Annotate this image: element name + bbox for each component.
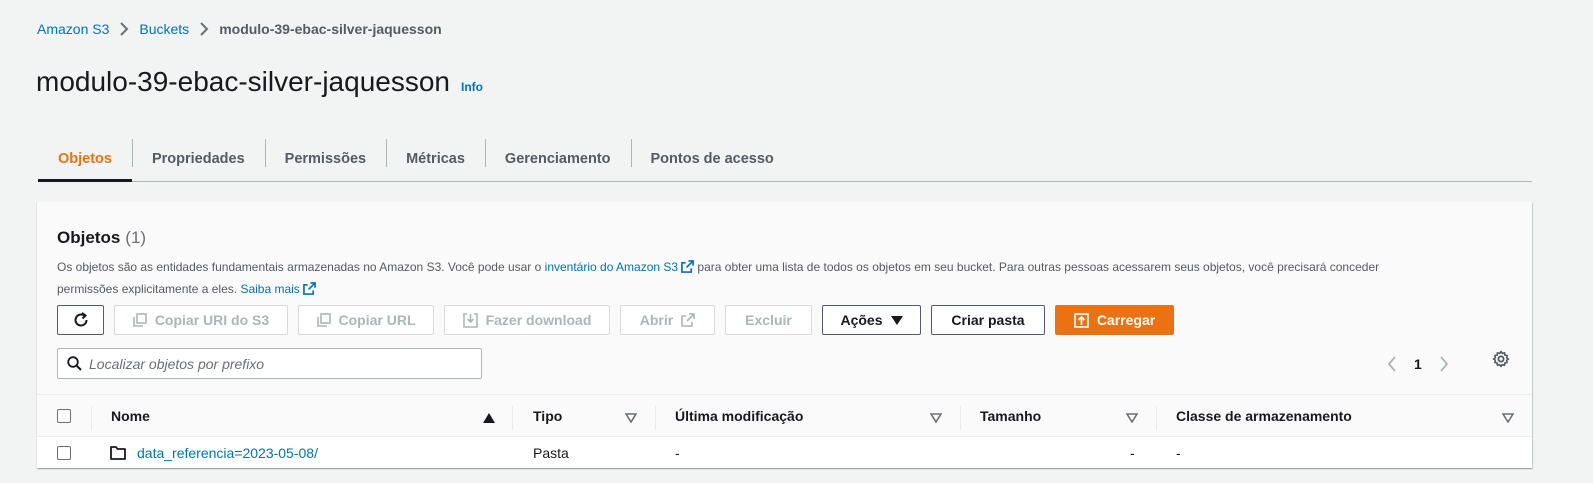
search-box xyxy=(57,348,482,379)
table-row[interactable]: data_referencia=2023-05-08/ Pasta - - - xyxy=(37,437,1532,468)
breadcrumb-buckets[interactable]: Buckets xyxy=(139,21,189,37)
tab-gerenciamento[interactable]: Gerenciamento xyxy=(484,137,631,181)
learn-more-link[interactable]: Saiba mais xyxy=(240,281,316,296)
copy-s3-uri-label: Copiar URI do S3 xyxy=(154,312,270,328)
caret-down-icon xyxy=(890,315,903,325)
column-divider xyxy=(655,406,656,430)
column-type-label: Tipo xyxy=(533,408,563,424)
sort-icon xyxy=(1501,410,1515,426)
objects-panel: Objetos (1) Os objetos são as entidades … xyxy=(37,202,1532,468)
chevron-right-icon xyxy=(113,22,135,36)
tab-bar: Objetos Propriedades Permissões Métricas… xyxy=(38,137,1532,182)
copy-url-label: Copiar URL xyxy=(338,312,416,328)
folder-icon xyxy=(110,445,126,460)
row-size-cell: - xyxy=(1130,444,1135,461)
column-last-modified[interactable]: Última modificação xyxy=(655,395,960,437)
column-divider xyxy=(512,406,513,430)
breadcrumb-current: modulo-39-ebac-silver-jaquesson xyxy=(219,21,442,37)
tab-propriedades[interactable]: Propriedades xyxy=(131,137,265,181)
column-size-label: Tamanho xyxy=(980,408,1042,424)
column-storage-class-label: Classe de armazenamento xyxy=(1176,408,1352,424)
table-header: Nome Tipo Última modificação Tamanho Cla xyxy=(37,394,1532,437)
column-divider xyxy=(91,406,92,430)
objects-description: Os objetos são as entidades fundamentais… xyxy=(57,258,1437,301)
chevron-right-icon xyxy=(193,22,215,36)
row-modified-cell: - xyxy=(675,444,680,461)
delete-label: Excluir xyxy=(745,312,792,328)
objects-panel-header: Objetos (1) xyxy=(57,228,146,248)
select-all-cell xyxy=(57,395,71,437)
sort-icon xyxy=(624,410,638,426)
sort-ascending-icon xyxy=(483,410,495,426)
row-checkbox[interactable] xyxy=(57,445,71,460)
open-button[interactable]: Abrir xyxy=(620,305,715,335)
breadcrumb: Amazon S3 Buckets modulo-39-ebac-silver-… xyxy=(37,21,442,37)
column-name[interactable]: Nome xyxy=(91,395,512,437)
objects-panel-title: Objetos xyxy=(57,228,121,247)
row-name-cell: data_referencia=2023-05-08/ xyxy=(110,437,318,468)
create-folder-button[interactable]: Criar pasta xyxy=(931,305,1045,335)
download-button[interactable]: Fazer download xyxy=(444,305,610,335)
refresh-icon xyxy=(72,311,90,329)
objects-table: Nome Tipo Última modificação Tamanho Cla xyxy=(37,394,1532,468)
tab-permissoes[interactable]: Permissões xyxy=(264,137,386,181)
learn-more-label: Saiba mais xyxy=(240,281,300,296)
column-name-label: Nome xyxy=(111,408,150,424)
breadcrumb-amazon-s3[interactable]: Amazon S3 xyxy=(37,21,109,37)
object-name-link[interactable]: data_referencia=2023-05-08/ xyxy=(137,445,318,461)
copy-icon xyxy=(316,313,331,327)
external-link-icon xyxy=(681,260,694,280)
objects-count: (1) xyxy=(125,228,147,247)
column-divider xyxy=(1156,406,1157,430)
actions-label: Ações xyxy=(840,312,883,328)
pagination: 1 xyxy=(1387,351,1449,377)
inventory-link[interactable]: inventário do Amazon S3 xyxy=(545,260,694,274)
row-storage-class-cell: - xyxy=(1176,444,1181,461)
settings-gear-icon[interactable] xyxy=(1492,350,1510,368)
actions-dropdown[interactable]: Ações xyxy=(822,305,921,335)
column-type[interactable]: Tipo xyxy=(512,395,655,437)
description-text-1: Os objetos são as entidades fundamentais… xyxy=(57,260,542,274)
column-divider xyxy=(960,406,961,430)
copy-s3-uri-button[interactable]: Copiar URI do S3 xyxy=(114,305,288,335)
sort-icon xyxy=(929,410,943,426)
open-label: Abrir xyxy=(639,312,674,328)
upload-button[interactable]: Carregar xyxy=(1055,305,1174,335)
create-folder-label: Criar pasta xyxy=(951,312,1025,328)
search-input[interactable] xyxy=(89,355,469,372)
inventory-link-label: inventário do Amazon S3 xyxy=(544,260,679,274)
external-link-icon xyxy=(681,313,696,327)
copy-icon xyxy=(133,313,147,327)
download-label: Fazer download xyxy=(485,312,592,328)
row-type-cell: Pasta xyxy=(533,444,569,461)
tab-pontos-de-acesso[interactable]: Pontos de acesso xyxy=(630,137,794,181)
refresh-button[interactable] xyxy=(57,305,104,335)
page-header: modulo-39-ebac-silver-jaquesson Info xyxy=(36,66,483,98)
upload-icon xyxy=(1074,312,1089,328)
current-page[interactable]: 1 xyxy=(1414,356,1422,372)
next-page-icon[interactable] xyxy=(1439,356,1449,372)
info-link[interactable]: Info xyxy=(461,80,483,94)
column-storage-class[interactable]: Classe de armazenamento xyxy=(1156,395,1518,437)
copy-url-button[interactable]: Copiar URL xyxy=(298,305,434,335)
row-select-cell xyxy=(57,437,71,468)
upload-label: Carregar xyxy=(1096,312,1156,328)
select-all-checkbox[interactable] xyxy=(57,409,71,423)
download-icon xyxy=(462,312,478,328)
search-icon xyxy=(67,356,82,371)
page-title: modulo-39-ebac-silver-jaquesson xyxy=(36,66,450,97)
previous-page-icon[interactable] xyxy=(1387,356,1397,372)
delete-button[interactable]: Excluir xyxy=(725,305,812,335)
tab-objetos[interactable]: Objetos xyxy=(38,137,132,182)
column-last-modified-label: Última modificação xyxy=(675,408,804,424)
external-link-icon xyxy=(302,281,316,302)
column-size[interactable]: Tamanho xyxy=(960,395,1156,437)
sort-icon xyxy=(1125,410,1139,426)
tab-metricas[interactable]: Métricas xyxy=(386,137,485,181)
